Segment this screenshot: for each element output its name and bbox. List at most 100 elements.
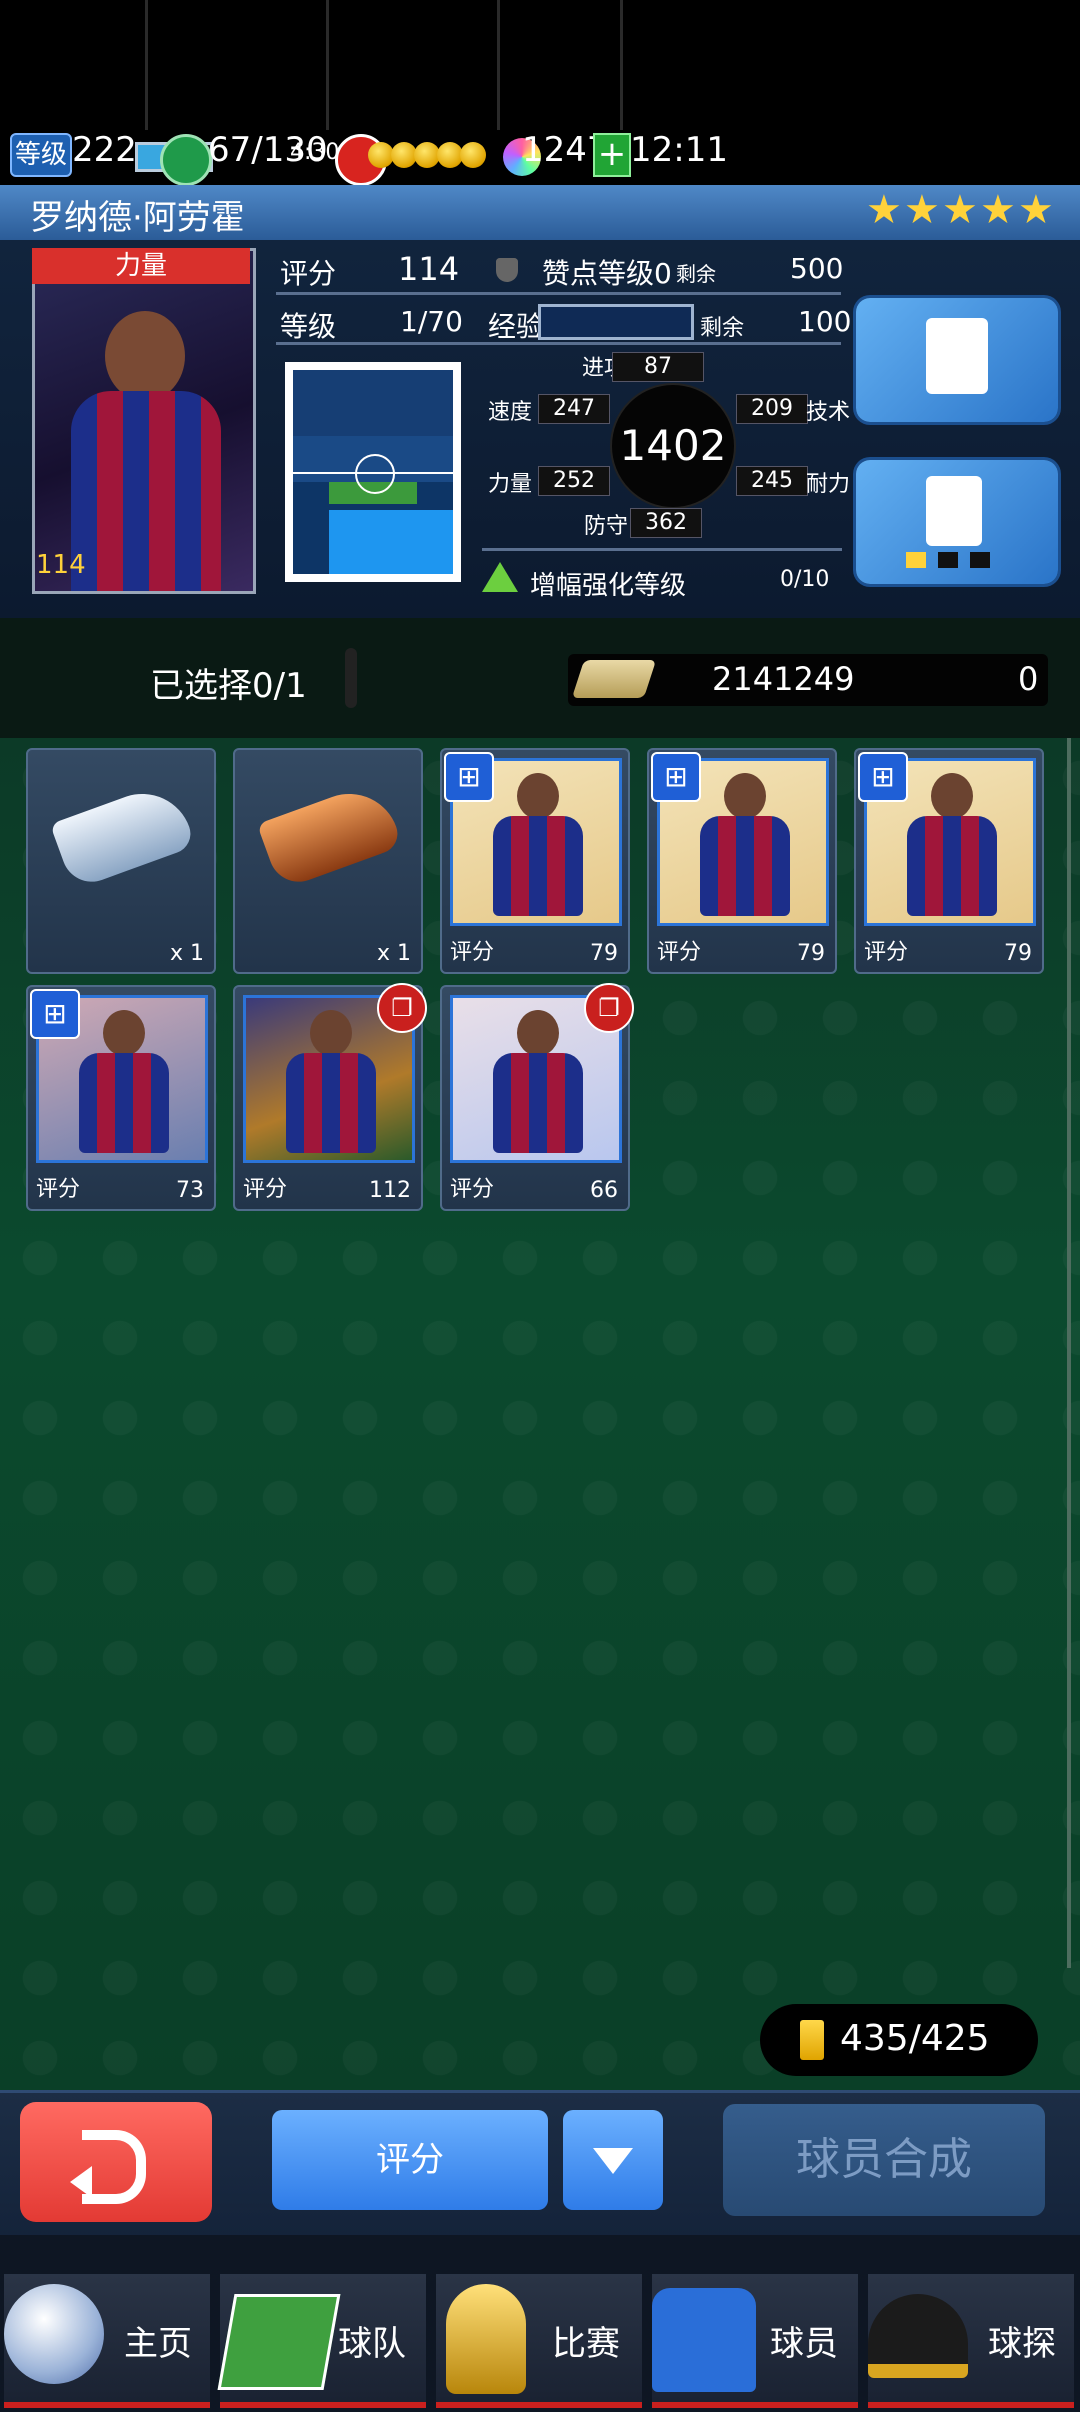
sponsor-remaining-label: 剩余 [676, 262, 716, 286]
tile-rating-label: 评分 [450, 940, 495, 965]
card-icon [800, 2020, 824, 2060]
combine-label: 球员合成 [796, 2134, 972, 2185]
clock: 12:11 [630, 130, 728, 170]
defense-label: 防守 [584, 514, 629, 539]
defense-value: 362 [630, 508, 702, 538]
exp-remaining-label: 剩余 [700, 316, 745, 341]
trophy-icon [446, 2284, 526, 2394]
item-quantity: x 1 [376, 941, 411, 966]
nav-scout[interactable]: 球探 [868, 2274, 1074, 2408]
sort-label: 评分 [376, 2140, 444, 2180]
tile-rating-value: 79 [797, 941, 825, 966]
player-tile[interactable]: ⊞ 评分 73 [26, 985, 216, 1211]
item-tile-silver-boot[interactable]: x 1 [26, 748, 216, 974]
star-icon: ★ [980, 187, 1016, 233]
silver-boot-icon [49, 779, 197, 891]
total-power: 1402 [610, 383, 736, 509]
squad-grid-icon: ⊞ [651, 752, 701, 802]
combine-cost: 0 [1018, 660, 1039, 698]
nav-label: 主页 [124, 2324, 192, 2364]
back-button[interactable] [20, 2102, 212, 2222]
stamina-timer: 4:30 [290, 140, 340, 165]
nav-home[interactable]: 主页 [4, 2274, 210, 2408]
exp-value: 100 [798, 305, 852, 338]
tile-rating-value: 112 [369, 1178, 411, 1203]
player-tile[interactable]: ❐ 评分 66 [440, 983, 634, 1211]
jersey-icon [652, 2288, 756, 2392]
player-name: 罗纳德·阿劳霍 [30, 198, 245, 238]
nav-label: 球队 [338, 2324, 406, 2364]
tile-rating-value: 79 [590, 941, 618, 966]
clipboard-search-icon [926, 318, 988, 394]
skill-documents-button[interactable] [856, 460, 1058, 584]
stamina-stat-label: 耐力 [806, 472, 851, 497]
item-tile-bronze-boot[interactable]: x 1 [233, 748, 423, 974]
ball-icon [4, 2284, 104, 2384]
exp-label: 经验 [488, 310, 545, 343]
player-combine-button[interactable]: 球员合成 [723, 2104, 1045, 2216]
star-icon: ★ [866, 187, 902, 233]
sort-button[interactable]: 评分 [272, 2110, 548, 2210]
squad-grid-icon: ⊞ [444, 752, 494, 802]
status-bar: 等级 222 67/130 4:30 1247 + 12:11 [0, 0, 1080, 186]
enhance-label: 增幅强化等级 [530, 571, 687, 601]
exp-bar [538, 304, 694, 340]
player-details-button[interactable] [856, 298, 1058, 422]
player-tile[interactable]: ⊞ 评分 79 [647, 748, 837, 974]
duplicate-card-icon: ❐ [377, 983, 427, 1033]
star-icon: ★ [942, 187, 978, 233]
scout-cap-icon [868, 2294, 968, 2378]
technique-value: 209 [736, 394, 808, 424]
chevron-down-icon [593, 2148, 633, 2174]
card-rating: 114 [36, 550, 86, 580]
enhance-icon [482, 562, 518, 592]
stamina-icon [160, 134, 212, 186]
nav-match[interactable]: 比赛 [436, 2274, 642, 2408]
document-icon [926, 476, 982, 546]
sort-dropdown-button[interactable] [563, 2110, 663, 2210]
sponsor-level-label: 赞点等级0 [542, 257, 672, 290]
nav-team[interactable]: 球队 [217, 2274, 426, 2408]
coin-balance: 2141249 [712, 660, 855, 698]
level-label: 等级 [280, 310, 337, 343]
tile-rating-label: 评分 [864, 940, 909, 965]
sponsor-value: 500 [790, 252, 844, 285]
item-quantity: x 1 [169, 941, 204, 966]
speed-value: 247 [538, 394, 610, 424]
rating-value: 114 [398, 250, 460, 288]
grid-scrollbar[interactable] [1067, 738, 1071, 1968]
tile-rating-label: 评分 [243, 1177, 288, 1202]
shield-icon [496, 258, 518, 282]
squad-grid-icon: ⊞ [858, 752, 908, 802]
nav-label: 球员 [770, 2324, 838, 2364]
level-value: 1/70 [400, 305, 463, 338]
star-icon: ★ [1018, 187, 1054, 233]
enhance-value: 0/10 [780, 567, 830, 592]
nav-label: 比赛 [552, 2324, 620, 2364]
inventory-count: 435/425 [840, 2018, 990, 2059]
nav-label: 球探 [988, 2324, 1056, 2364]
selection-toggle[interactable] [345, 648, 357, 708]
stamina-stat-value: 245 [736, 466, 808, 496]
player-tile[interactable]: ⊞ 评分 79 [854, 748, 1044, 974]
pitch-icon [217, 2294, 341, 2390]
player-tile[interactable]: ❐ 评分 112 [233, 983, 427, 1211]
star-icon: ★ [904, 187, 940, 233]
technique-label: 技术 [806, 400, 851, 425]
level-badge: 等级 [10, 133, 72, 177]
attack-value: 87 [612, 352, 704, 382]
player-card[interactable] [32, 248, 256, 594]
power-label: 力量 [488, 472, 533, 497]
duplicate-card-icon: ❐ [584, 983, 634, 1033]
coin-icon [460, 142, 486, 168]
tile-rating-label: 评分 [36, 1177, 81, 1202]
tile-rating-value: 73 [176, 1178, 204, 1203]
player-level: 222 [72, 130, 137, 170]
selected-count: 已选择0/1 [150, 666, 307, 706]
nav-players[interactable]: 球员 [652, 2274, 858, 2408]
tile-rating-value: 66 [590, 1178, 618, 1203]
add-gems-button[interactable]: + [593, 133, 631, 177]
player-tile[interactable]: ⊞ 评分 79 [440, 748, 630, 974]
squad-grid-icon: ⊞ [30, 989, 80, 1039]
cash-stack-icon [571, 660, 657, 698]
